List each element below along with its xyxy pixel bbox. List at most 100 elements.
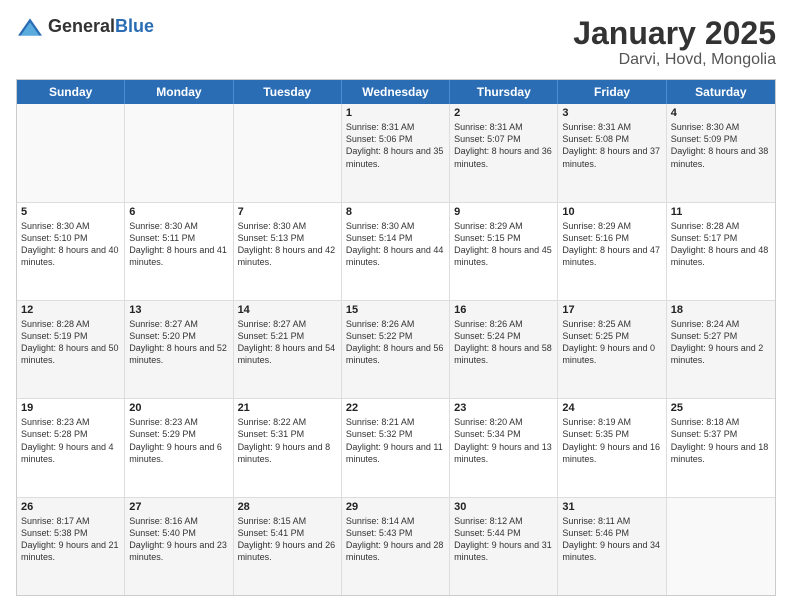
day-cell-5: 5 Sunrise: 8:30 AMSunset: 5:10 PMDaylight… — [17, 203, 125, 300]
day-cell-22: 22 Sunrise: 8:21 AMSunset: 5:32 PMDayligh… — [342, 399, 450, 496]
header: GeneralBlue January 2025 Darvi, Hovd, Mo… — [16, 16, 776, 69]
day-cell-8: 8Sunrise: 8:30 AMSunset: 5:14 PMDaylight… — [342, 203, 450, 300]
day-number-22: 22 — [346, 402, 445, 414]
day-number-10: 10 — [562, 206, 661, 218]
day-number-18: 18 — [671, 304, 771, 316]
day-info-10: Sunrise: 8:29 AMSunset: 5:16 PMDaylight:… — [562, 220, 661, 269]
day-cell-20: 20 Sunrise: 8:23 AMSunset: 5:29 PMDayligh… — [125, 399, 233, 496]
day-cell-11: 11 Sunrise: 8:28 AMSunset: 5:17 PMDayligh… — [667, 203, 775, 300]
day-number-4: 4 — [671, 107, 771, 119]
day-number-17: 17 — [562, 304, 661, 316]
day-number-30: 30 — [454, 501, 553, 513]
day-cell-26: 26Sunrise: 8:17 AMSunset: 5:38 PMDayligh… — [17, 498, 125, 595]
empty-cell-4-6 — [667, 498, 775, 595]
day-info-17: Sunrise: 8:25 AMSunset: 5:25 PMDaylight:… — [562, 318, 661, 367]
day-number-31: 31 — [562, 501, 661, 513]
day-info-27: Sunrise: 8:16 AMSunset: 5:40 PMDaylight:… — [129, 515, 228, 564]
day-info-2: Sunrise: 8:31 AMSunset: 5:07 PMDaylight:… — [454, 121, 553, 170]
day-info-7: Sunrise: 8:30 AMSunset: 5:13 PMDaylight:… — [238, 220, 337, 269]
day-info-26: Sunrise: 8:17 AMSunset: 5:38 PMDaylight:… — [21, 515, 120, 564]
day-cell-4: 4 Sunrise: 8:30 AMSunset: 5:09 PMDaylight… — [667, 104, 775, 201]
day-cell-21: 21 Sunrise: 8:22 AMSunset: 5:31 PMDayligh… — [234, 399, 342, 496]
day-info-13: Sunrise: 8:27 AMSunset: 5:20 PMDaylight:… — [129, 318, 228, 367]
day-number-11: 11 — [671, 206, 771, 218]
day-number-5: 5 — [21, 206, 120, 218]
day-cell-12: 12Sunrise: 8:28 AMSunset: 5:19 PMDayligh… — [17, 301, 125, 398]
logo: GeneralBlue — [16, 16, 154, 37]
day-info-15: Sunrise: 8:26 AMSunset: 5:22 PMDaylight:… — [346, 318, 445, 367]
day-number-27: 27 — [129, 501, 228, 513]
day-cell-18: 18Sunrise: 8:24 AMSunset: 5:27 PMDayligh… — [667, 301, 775, 398]
day-info-19: Sunrise: 8:23 AMSunset: 5:28 PMDaylight:… — [21, 416, 120, 465]
calendar: Sunday Monday Tuesday Wednesday Thursday… — [16, 79, 776, 596]
calendar-title: January 2025 — [573, 16, 776, 51]
day-number-25: 25 — [671, 402, 771, 414]
logo-icon — [16, 17, 44, 37]
weekday-monday: Monday — [125, 80, 233, 104]
title-block: January 2025 Darvi, Hovd, Mongolia — [573, 16, 776, 69]
day-info-24: Sunrise: 8:19 AMSunset: 5:35 PMDaylight:… — [562, 416, 661, 465]
weekday-saturday: Saturday — [667, 80, 775, 104]
day-cell-15: 15Sunrise: 8:26 AMSunset: 5:22 PMDayligh… — [342, 301, 450, 398]
day-info-11: Sunrise: 8:28 AMSunset: 5:17 PMDaylight:… — [671, 220, 771, 269]
day-cell-9: 9 Sunrise: 8:29 AMSunset: 5:15 PMDaylight… — [450, 203, 558, 300]
day-info-31: Sunrise: 8:11 AMSunset: 5:46 PMDaylight:… — [562, 515, 661, 564]
calendar-body: 1 Sunrise: 8:31 AMSunset: 5:06 PMDaylight… — [17, 104, 775, 595]
week-1: 1 Sunrise: 8:31 AMSunset: 5:06 PMDaylight… — [17, 104, 775, 202]
logo-general: General — [48, 16, 115, 36]
day-cell-30: 30 Sunrise: 8:12 AMSunset: 5:44 PMDayligh… — [450, 498, 558, 595]
day-number-24: 24 — [562, 402, 661, 414]
day-info-16: Sunrise: 8:26 AMSunset: 5:24 PMDaylight:… — [454, 318, 553, 367]
day-info-1: Sunrise: 8:31 AMSunset: 5:06 PMDaylight:… — [346, 121, 445, 170]
empty-cell-0-0 — [17, 104, 125, 201]
day-info-9: Sunrise: 8:29 AMSunset: 5:15 PMDaylight:… — [454, 220, 553, 269]
day-info-6: Sunrise: 8:30 AMSunset: 5:11 PMDaylight:… — [129, 220, 228, 269]
day-number-9: 9 — [454, 206, 553, 218]
day-cell-13: 13 Sunrise: 8:27 AMSunset: 5:20 PMDayligh… — [125, 301, 233, 398]
week-2: 5 Sunrise: 8:30 AMSunset: 5:10 PMDaylight… — [17, 203, 775, 301]
day-number-14: 14 — [238, 304, 337, 316]
day-info-12: Sunrise: 8:28 AMSunset: 5:19 PMDaylight:… — [21, 318, 120, 367]
weekday-thursday: Thursday — [450, 80, 558, 104]
day-cell-2: 2Sunrise: 8:31 AMSunset: 5:07 PMDaylight… — [450, 104, 558, 201]
day-cell-31: 31 Sunrise: 8:11 AMSunset: 5:46 PMDayligh… — [558, 498, 666, 595]
day-cell-14: 14 Sunrise: 8:27 AMSunset: 5:21 PMDayligh… — [234, 301, 342, 398]
empty-cell-0-2 — [234, 104, 342, 201]
week-3: 12Sunrise: 8:28 AMSunset: 5:19 PMDayligh… — [17, 301, 775, 399]
day-info-29: Sunrise: 8:14 AMSunset: 5:43 PMDaylight:… — [346, 515, 445, 564]
day-info-14: Sunrise: 8:27 AMSunset: 5:21 PMDaylight:… — [238, 318, 337, 367]
day-info-8: Sunrise: 8:30 AMSunset: 5:14 PMDaylight:… — [346, 220, 445, 269]
day-number-1: 1 — [346, 107, 445, 119]
day-info-25: Sunrise: 8:18 AMSunset: 5:37 PMDaylight:… — [671, 416, 771, 465]
weekday-sunday: Sunday — [17, 80, 125, 104]
day-cell-29: 29Sunrise: 8:14 AMSunset: 5:43 PMDayligh… — [342, 498, 450, 595]
day-info-23: Sunrise: 8:20 AMSunset: 5:34 PMDaylight:… — [454, 416, 553, 465]
day-number-7: 7 — [238, 206, 337, 218]
day-cell-28: 28 Sunrise: 8:15 AMSunset: 5:41 PMDayligh… — [234, 498, 342, 595]
day-info-21: Sunrise: 8:22 AMSunset: 5:31 PMDaylight:… — [238, 416, 337, 465]
weekday-tuesday: Tuesday — [234, 80, 342, 104]
weekday-wednesday: Wednesday — [342, 80, 450, 104]
day-info-30: Sunrise: 8:12 AMSunset: 5:44 PMDaylight:… — [454, 515, 553, 564]
day-number-6: 6 — [129, 206, 228, 218]
day-cell-3: 3 Sunrise: 8:31 AMSunset: 5:08 PMDaylight… — [558, 104, 666, 201]
week-5: 26Sunrise: 8:17 AMSunset: 5:38 PMDayligh… — [17, 498, 775, 595]
day-cell-17: 17 Sunrise: 8:25 AMSunset: 5:25 PMDayligh… — [558, 301, 666, 398]
day-number-13: 13 — [129, 304, 228, 316]
day-cell-25: 25 Sunrise: 8:18 AMSunset: 5:37 PMDayligh… — [667, 399, 775, 496]
day-info-5: Sunrise: 8:30 AMSunset: 5:10 PMDaylight:… — [21, 220, 120, 269]
weekday-friday: Friday — [558, 80, 666, 104]
day-cell-23: 23Sunrise: 8:20 AMSunset: 5:34 PMDayligh… — [450, 399, 558, 496]
day-cell-19: 19Sunrise: 8:23 AMSunset: 5:28 PMDayligh… — [17, 399, 125, 496]
day-number-28: 28 — [238, 501, 337, 513]
day-info-3: Sunrise: 8:31 AMSunset: 5:08 PMDaylight:… — [562, 121, 661, 170]
calendar-subtitle: Darvi, Hovd, Mongolia — [573, 51, 776, 69]
day-info-20: Sunrise: 8:23 AMSunset: 5:29 PMDaylight:… — [129, 416, 228, 465]
day-number-21: 21 — [238, 402, 337, 414]
day-number-3: 3 — [562, 107, 661, 119]
day-info-22: Sunrise: 8:21 AMSunset: 5:32 PMDaylight:… — [346, 416, 445, 465]
day-number-16: 16 — [454, 304, 553, 316]
day-info-4: Sunrise: 8:30 AMSunset: 5:09 PMDaylight:… — [671, 121, 771, 170]
day-info-28: Sunrise: 8:15 AMSunset: 5:41 PMDaylight:… — [238, 515, 337, 564]
day-number-20: 20 — [129, 402, 228, 414]
